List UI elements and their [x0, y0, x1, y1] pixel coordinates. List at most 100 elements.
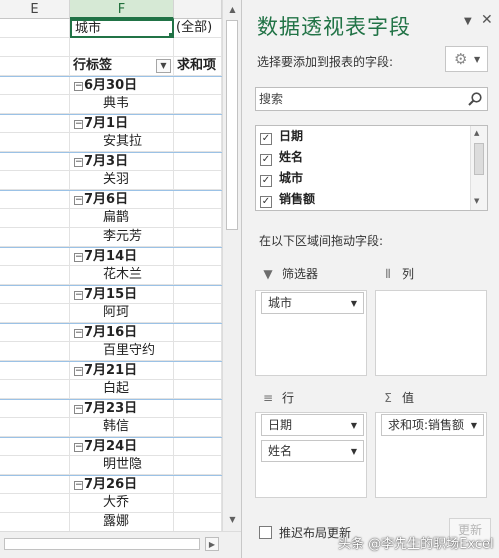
date-group-label[interactable]: −7月6日	[70, 191, 174, 210]
chevron-down-icon[interactable]: ▼	[471, 416, 477, 436]
spreadsheet-grid[interactable]: E F 城市 (全部) 行标签 ▼ 求和项 −6月30日 典韦 −7月1日 安其拉 −7月3日 关羽…	[0, 0, 241, 558]
cell-empty[interactable]	[0, 266, 70, 285]
name-item-label[interactable]: 安其拉	[70, 133, 174, 152]
cell-empty[interactable]	[0, 77, 70, 96]
cell-empty[interactable]	[70, 38, 174, 57]
date-group-label[interactable]: −7月1日	[70, 115, 174, 134]
checkbox-icon[interactable]: ✓	[260, 154, 272, 166]
rows-area[interactable]: 日期 ▼ 姓名 ▼	[255, 412, 367, 498]
date-group-label[interactable]: −7月23日	[70, 400, 174, 419]
cell-empty[interactable]	[174, 266, 222, 285]
cell-empty[interactable]	[0, 286, 70, 305]
cell-empty[interactable]	[174, 494, 222, 513]
date-group-label[interactable]: −7月3日	[70, 153, 174, 172]
cell-empty[interactable]	[0, 324, 70, 343]
cell-empty[interactable]	[0, 380, 70, 399]
columns-area[interactable]	[375, 290, 487, 376]
cell-empty[interactable]	[0, 228, 70, 247]
checkbox-icon[interactable]: ✓	[260, 196, 272, 208]
cell-empty[interactable]	[0, 115, 70, 134]
date-group-label[interactable]: −7月15日	[70, 286, 174, 305]
vertical-scrollbar[interactable]: ▲ ▼	[222, 0, 241, 531]
value-field-sales-sum[interactable]: 求和项:销售额 ▼	[381, 414, 484, 436]
row-labels-header[interactable]: 行标签 ▼	[70, 57, 174, 76]
cell-empty[interactable]	[0, 171, 70, 190]
collapse-icon[interactable]: −	[74, 253, 83, 262]
cell-empty[interactable]	[174, 209, 222, 228]
name-item-label[interactable]: 花木兰	[70, 266, 174, 285]
value-header[interactable]: 求和项	[174, 57, 222, 76]
cell-empty[interactable]	[174, 95, 222, 114]
chevron-down-icon[interactable]: ▼	[351, 416, 357, 436]
name-item-label[interactable]: 大乔	[70, 494, 174, 513]
filter-field-city[interactable]: 城市 ▼	[261, 292, 364, 314]
cell-empty[interactable]	[174, 38, 222, 57]
cell-empty[interactable]	[0, 153, 70, 172]
collapse-icon[interactable]: −	[74, 158, 83, 167]
search-icon[interactable]	[467, 91, 483, 107]
collapse-icon[interactable]: −	[74, 443, 83, 452]
values-area[interactable]: 求和项:销售额 ▼	[375, 412, 487, 498]
cell-empty[interactable]	[0, 248, 70, 267]
name-item-label[interactable]: 阿珂	[70, 304, 174, 323]
cell-empty[interactable]	[0, 38, 70, 57]
search-input[interactable]	[259, 91, 459, 107]
cell-empty[interactable]	[0, 476, 70, 495]
cell-empty[interactable]	[174, 418, 222, 437]
field-item-name[interactable]: ✓ 姓名	[260, 147, 465, 167]
cell-empty[interactable]	[174, 438, 222, 457]
date-group-label[interactable]: −7月14日	[70, 248, 174, 267]
cell-empty[interactable]	[0, 513, 70, 532]
name-item-label[interactable]: 露娜	[70, 513, 174, 532]
checkbox-icon[interactable]: ✓	[260, 133, 272, 145]
date-group-label[interactable]: −7月16日	[70, 324, 174, 343]
cell-empty[interactable]	[174, 304, 222, 323]
name-item-label[interactable]: 韩信	[70, 418, 174, 437]
date-group-label[interactable]: −7月26日	[70, 476, 174, 495]
cell-empty[interactable]	[0, 494, 70, 513]
cell-empty[interactable]	[0, 95, 70, 114]
cell-empty[interactable]	[174, 342, 222, 361]
collapse-icon[interactable]: −	[74, 120, 83, 129]
cell-empty[interactable]	[0, 418, 70, 437]
field-search-box[interactable]	[255, 87, 488, 111]
pane-options-chevron-icon[interactable]: ▼	[464, 16, 472, 27]
cell-empty[interactable]	[174, 400, 222, 419]
defer-checkbox[interactable]	[259, 526, 272, 539]
row-field-name[interactable]: 姓名 ▼	[261, 440, 364, 462]
cell-empty[interactable]	[0, 133, 70, 152]
collapse-icon[interactable]: −	[74, 196, 83, 205]
horizontal-scrollbar[interactable]: ▶	[0, 531, 241, 558]
cell-empty[interactable]	[174, 324, 222, 343]
cell-empty[interactable]	[0, 19, 70, 38]
name-item-label[interactable]: 关羽	[70, 171, 174, 190]
chevron-down-icon[interactable]: ▼	[351, 442, 357, 462]
scroll-down-icon[interactable]: ▼	[225, 512, 240, 527]
row-field-date[interactable]: 日期 ▼	[261, 414, 364, 436]
cell-empty[interactable]	[174, 228, 222, 247]
cell-empty[interactable]	[174, 171, 222, 190]
name-item-label[interactable]: 扁鹊	[70, 209, 174, 228]
cell-empty[interactable]	[0, 456, 70, 475]
cell-empty[interactable]	[174, 115, 222, 134]
name-item-label[interactable]: 明世隐	[70, 456, 174, 475]
cell-empty[interactable]	[0, 400, 70, 419]
filter-value-cell[interactable]: (全部)	[174, 19, 222, 38]
column-header-f[interactable]: F	[70, 0, 174, 19]
collapse-icon[interactable]: −	[74, 367, 83, 376]
scroll-up-icon[interactable]: ▲	[225, 2, 240, 17]
collapse-icon[interactable]: −	[74, 82, 83, 91]
field-item-city[interactable]: ✓ 城市	[260, 168, 465, 188]
scroll-down-icon[interactable]: ▼	[474, 197, 479, 205]
filters-area[interactable]: 城市 ▼	[255, 290, 367, 376]
collapse-icon[interactable]: −	[74, 481, 83, 490]
field-item-date[interactable]: ✓ 日期	[260, 126, 465, 146]
field-item-sales[interactable]: ✓ 销售额	[260, 189, 465, 209]
h-scroll-thumb[interactable]	[4, 538, 200, 550]
cell-empty[interactable]	[174, 133, 222, 152]
cell-empty[interactable]	[174, 191, 222, 210]
cell-empty[interactable]	[174, 77, 222, 96]
field-list-scrollbar[interactable]: ▲ ▼	[470, 126, 487, 210]
filter-dropdown-icon[interactable]: ▼	[156, 59, 171, 73]
cell-empty[interactable]	[174, 248, 222, 267]
